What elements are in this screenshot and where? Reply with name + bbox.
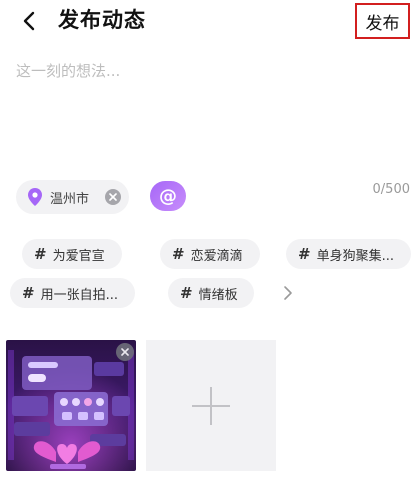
mention-button[interactable]: @ — [150, 181, 186, 211]
hash-icon: # — [172, 245, 185, 263]
topic-label: 为爱官宣 — [52, 248, 105, 264]
chevron-right-icon[interactable] — [280, 285, 296, 301]
location-chip[interactable]: 温州市 — [16, 180, 129, 214]
topic-label: 单身狗聚集... — [316, 248, 394, 264]
plus-icon — [192, 386, 230, 425]
location-pin-icon — [28, 188, 42, 206]
location-label: 温州市 — [50, 191, 90, 207]
hash-icon: # — [180, 284, 193, 302]
character-counter: 0/500 — [372, 182, 410, 197]
remove-location-button[interactable] — [105, 189, 121, 205]
topic-chip[interactable]: # 为爱官宣 — [22, 239, 122, 269]
topic-chip[interactable]: # 用一张自拍... — [10, 278, 135, 308]
thumbnail-image — [6, 340, 136, 471]
hash-icon: # — [34, 245, 47, 263]
close-icon — [109, 193, 117, 201]
remove-photo-button[interactable] — [116, 343, 134, 361]
chevron-left-icon — [23, 11, 35, 31]
back-button[interactable] — [14, 6, 44, 36]
topic-chip[interactable]: # 单身狗聚集... — [286, 239, 411, 269]
topic-label: 情绪板 — [198, 287, 238, 303]
topic-chip[interactable]: # 恋爱滴滴 — [160, 239, 260, 269]
hash-icon: # — [22, 284, 35, 302]
close-icon — [121, 348, 129, 356]
photo-thumbnail[interactable] — [6, 340, 136, 471]
at-icon: @ — [159, 185, 177, 207]
post-text-input[interactable] — [16, 60, 396, 160]
page-title: 发布动态 — [58, 8, 146, 32]
topic-label: 恋爱滴滴 — [190, 248, 243, 264]
topic-chip[interactable]: # 情绪板 — [168, 278, 254, 308]
add-photo-button[interactable] — [146, 340, 276, 471]
topic-label: 用一张自拍... — [40, 287, 118, 303]
publish-button[interactable]: 发布 — [355, 3, 410, 39]
hash-icon: # — [298, 245, 311, 263]
